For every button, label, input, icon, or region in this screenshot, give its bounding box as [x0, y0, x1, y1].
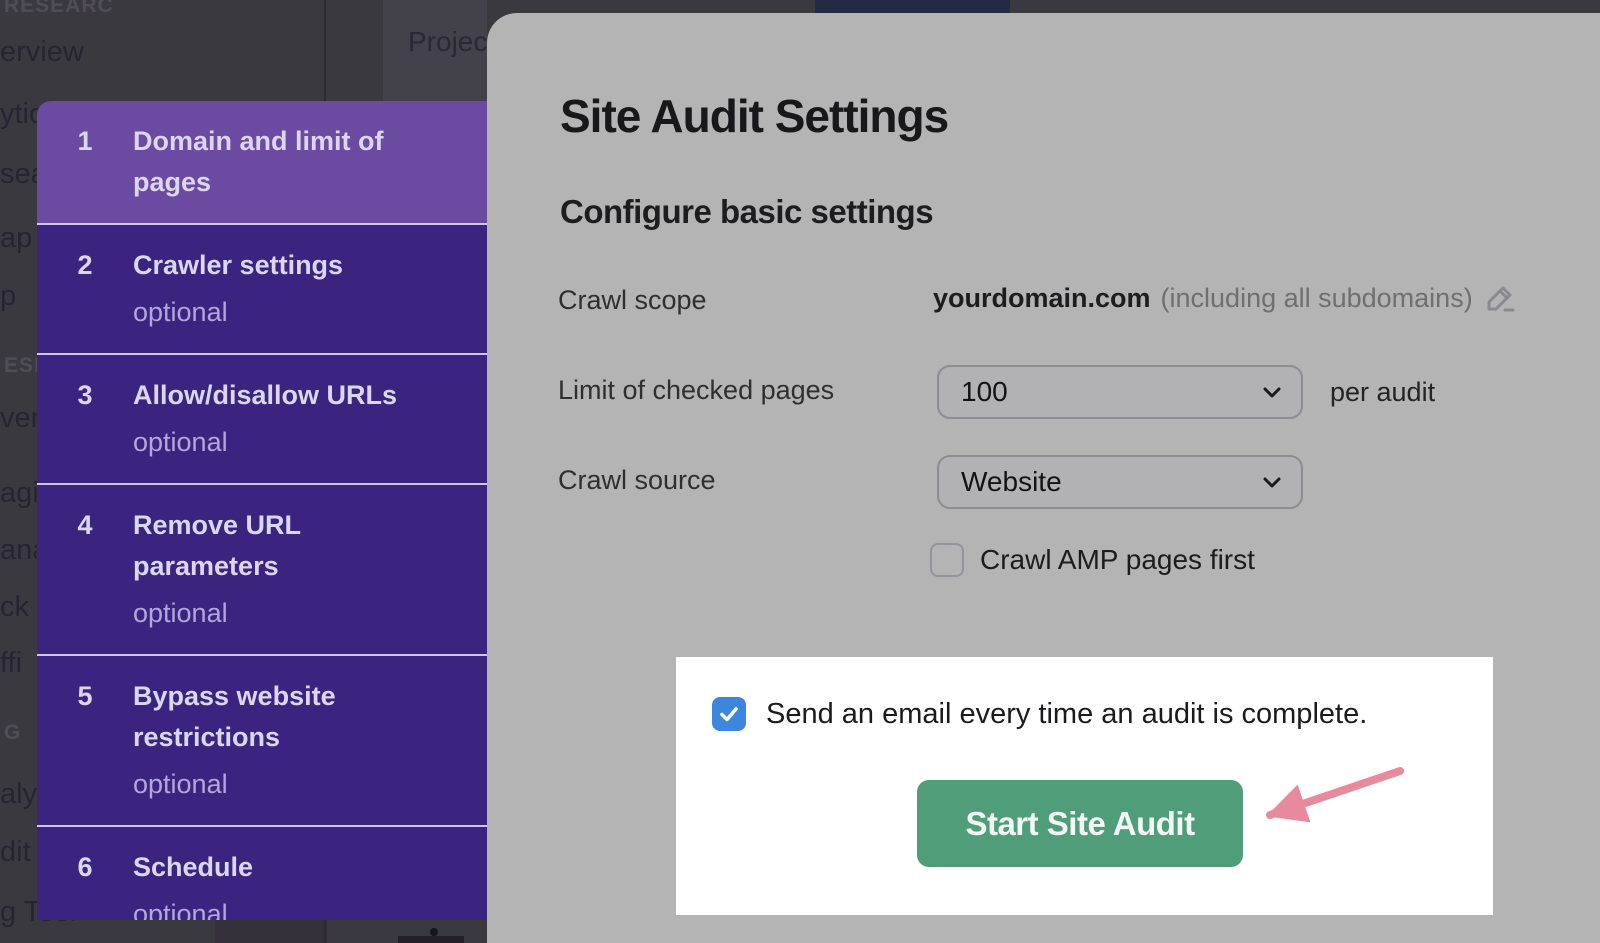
wizard-step-title: Remove URL parameters — [133, 505, 469, 587]
wizard-step-title: Bypass website restrictions — [133, 676, 469, 758]
crawl-source-dropdown[interactable]: Website — [937, 455, 1303, 509]
wizard-step-4[interactable]: 4 Remove URL parameters optional — [37, 483, 487, 654]
wizard-step-optional-tag: optional — [133, 593, 469, 634]
start-site-audit-button[interactable]: Start Site Audit — [917, 780, 1243, 867]
wizard-step-number: 4 — [37, 505, 133, 634]
wizard-step-title: Allow/disallow URLs — [133, 375, 469, 416]
wizard-step-optional-tag: optional — [133, 894, 469, 920]
wizard-step-1[interactable]: 1 Domain and limit of pages — [37, 101, 487, 223]
start-site-audit-button-label: Start Site Audit — [965, 805, 1194, 843]
edit-pencil-icon[interactable] — [1483, 281, 1517, 315]
crawl-source-dropdown-value: Website — [961, 466, 1062, 498]
background-text-remnant — [398, 936, 464, 943]
limit-label: Limit of checked pages — [558, 375, 834, 406]
background-sidebar-fragment: ap — [0, 222, 32, 255]
wizard-step-optional-tag: optional — [133, 422, 469, 463]
wizard-step-title: Domain and limit of pages — [133, 121, 469, 203]
wizard-step-optional-tag: optional — [133, 764, 469, 805]
topbar-accent-strip — [815, 0, 1010, 13]
amp-checkbox-row: Crawl AMP pages first — [930, 543, 1255, 577]
background-button-remnant — [215, 920, 327, 943]
wizard-step-3[interactable]: 3 Allow/disallow URLs optional — [37, 353, 487, 483]
background-sidebar-fragment: ver — [0, 402, 40, 435]
wizard-step-panel: 1 Domain and limit of pages 2 Crawler se… — [37, 101, 487, 920]
email-checkbox-label: Send an email every time an audit is com… — [766, 698, 1367, 731]
background-sidebar-fragment: aly — [0, 778, 37, 811]
wizard-step-number: 6 — [37, 847, 133, 920]
background-sidebar-fragment: ffi — [0, 647, 22, 680]
wizard-step-number: 3 — [37, 375, 133, 463]
background-sidebar-fragment: erview — [0, 36, 84, 69]
annotation-arrow — [1228, 757, 1418, 835]
crawl-scope-value: yourdomain.com (including all subdomains… — [933, 281, 1517, 315]
email-checkbox-row: Send an email every time an audit is com… — [712, 697, 1367, 731]
wizard-step-number: 5 — [37, 676, 133, 805]
highlight-spotlight-box: Send an email every time an audit is com… — [676, 657, 1493, 915]
wizard-step-2[interactable]: 2 Crawler settings optional — [37, 223, 487, 353]
amp-checkbox[interactable] — [930, 543, 964, 577]
background-sidebar-fragment: agi — [0, 477, 39, 510]
limit-suffix: per audit — [1330, 377, 1435, 408]
crawl-scope-label: Crawl scope — [558, 285, 707, 316]
background-sidebar-fragment: G — [0, 721, 21, 745]
background-text-remnant-dot — [430, 928, 438, 936]
modal-title: Site Audit Settings — [560, 89, 948, 143]
wizard-step-5[interactable]: 5 Bypass website restrictions optional — [37, 654, 487, 825]
section-heading: Configure basic settings — [560, 193, 933, 231]
wizard-step-title: Crawler settings — [133, 245, 469, 286]
background-sidebar-fragment: ck — [0, 591, 29, 624]
amp-checkbox-label: Crawl AMP pages first — [980, 544, 1255, 576]
email-checkbox[interactable] — [712, 697, 746, 731]
wizard-step-number: 1 — [37, 121, 133, 203]
site-audit-settings-modal: Site Audit Settings Configure basic sett… — [487, 13, 1600, 943]
chevron-down-icon — [1261, 471, 1283, 493]
wizard-step-number: 2 — [37, 245, 133, 333]
limit-dropdown-value: 100 — [961, 376, 1008, 408]
background-sidebar-fragment: dit — [0, 836, 31, 869]
crawl-source-label: Crawl source — [558, 465, 716, 496]
projects-tab-label[interactable]: Projec — [408, 26, 487, 58]
wizard-step-title: Schedule — [133, 847, 469, 888]
wizard-step-6[interactable]: 6 Schedule optional — [37, 825, 487, 920]
background-sidebar-fragment: RESEARC — [0, 0, 114, 18]
crawl-scope-note: (including all subdomains) — [1161, 283, 1473, 314]
chevron-down-icon — [1261, 381, 1283, 403]
wizard-step-optional-tag: optional — [133, 292, 469, 333]
background-sidebar-fragment: p — [0, 280, 16, 313]
limit-dropdown[interactable]: 100 — [937, 365, 1303, 419]
crawl-scope-domain: yourdomain.com — [933, 283, 1151, 314]
